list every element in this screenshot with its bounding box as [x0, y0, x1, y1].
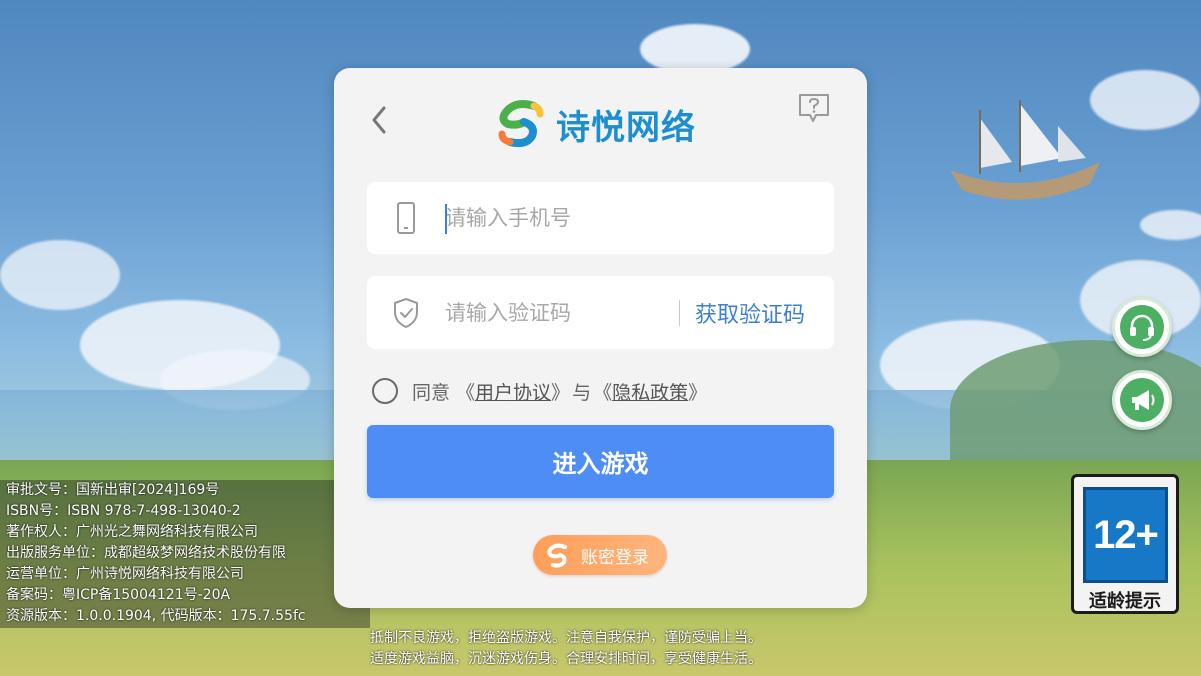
- chevron-left-icon: [372, 106, 386, 134]
- info-operator: 运营单位：广州诗悦网络科技有限公司: [6, 566, 244, 582]
- quote-close: 》: [551, 381, 571, 404]
- agree-and: 与: [572, 381, 592, 404]
- field-divider: [679, 300, 680, 326]
- airship-illustration: [950, 100, 1100, 200]
- brand-mark-icon: [498, 100, 544, 148]
- info-version: 资源版本：1.0.0.1904, 代码版本：175.7.55fc: [6, 608, 306, 624]
- customer-service-button[interactable]: [1112, 297, 1172, 357]
- info-publisher: 出版服务单位：成都超级梦网络技术股份有限: [6, 545, 286, 561]
- announcement-button[interactable]: [1112, 370, 1172, 430]
- shield-check-icon: [394, 297, 418, 328]
- brand-name: 诗悦网络: [556, 107, 696, 148]
- health-notice: 抵制不良游戏，拒绝盗版游戏。注意自我保护，谨防受骗上当。 适度游戏益脑，沉迷游戏…: [370, 628, 840, 670]
- quote-open: 《: [456, 381, 476, 404]
- info-approval: 审批文号：国新出审[2024]169号: [6, 482, 220, 498]
- verification-code-input[interactable]: [445, 300, 665, 325]
- back-button[interactable]: [364, 102, 394, 138]
- megaphone-icon: [1132, 390, 1155, 410]
- quote-open: 《: [593, 381, 613, 404]
- notice-line: 适度游戏益脑，沉迷游戏伤身。合理安排时间，享受健康生活。: [370, 651, 762, 667]
- user-agreement-link[interactable]: 用户协议: [475, 378, 551, 405]
- get-code-button[interactable]: 获取验证码: [695, 297, 805, 329]
- question-bubble-icon: [799, 94, 829, 122]
- headset-icon: [1130, 314, 1154, 341]
- info-icp: 备案码：粤ICP备15004121号-20A: [6, 587, 231, 603]
- privacy-policy-link[interactable]: 隐私政策: [612, 378, 688, 405]
- age-rating-caption: 适龄提示: [1089, 591, 1161, 612]
- notice-line: 抵制不良游戏，拒绝盗版游戏。注意自我保护，谨防受骗上当。: [370, 630, 762, 646]
- brand-logo: 诗悦网络: [494, 96, 696, 152]
- phone-input[interactable]: [445, 206, 665, 230]
- account-login-button[interactable]: 账密登录: [533, 535, 667, 575]
- info-isbn: ISBN号：ISBN 978-7-498-13040-2: [6, 503, 241, 519]
- age-rating-number: 12+: [1093, 512, 1159, 557]
- age-rating-badge: 12+ 适龄提示: [1071, 474, 1179, 614]
- verification-code-field: 获取验证码: [367, 276, 834, 349]
- agree-prefix: 同意: [412, 381, 451, 404]
- brand-mark-icon: [547, 543, 567, 568]
- phone-icon: [397, 202, 415, 234]
- phone-field: [367, 182, 834, 254]
- info-copyright: 著作权人：广州光之舞网络科技有限公司: [6, 524, 258, 540]
- text-caret: [445, 204, 447, 234]
- quote-close: 》: [688, 381, 708, 404]
- agreement-row: 同意 《 用户协议 》 与 《 隐私政策 》: [372, 375, 707, 407]
- publication-info-panel: 审批文号：国新出审[2024]169号 ISBN号：ISBN 978-7-498…: [0, 480, 370, 628]
- login-dialog: 诗悦网络 获取验证码 同意 《 用户协议 》 与 《 隐私政策: [334, 68, 867, 608]
- account-login-label: 账密登录: [581, 547, 649, 568]
- enter-game-button[interactable]: 进入游戏: [367, 425, 834, 498]
- help-button[interactable]: [796, 90, 832, 126]
- agree-radio[interactable]: [372, 378, 398, 404]
